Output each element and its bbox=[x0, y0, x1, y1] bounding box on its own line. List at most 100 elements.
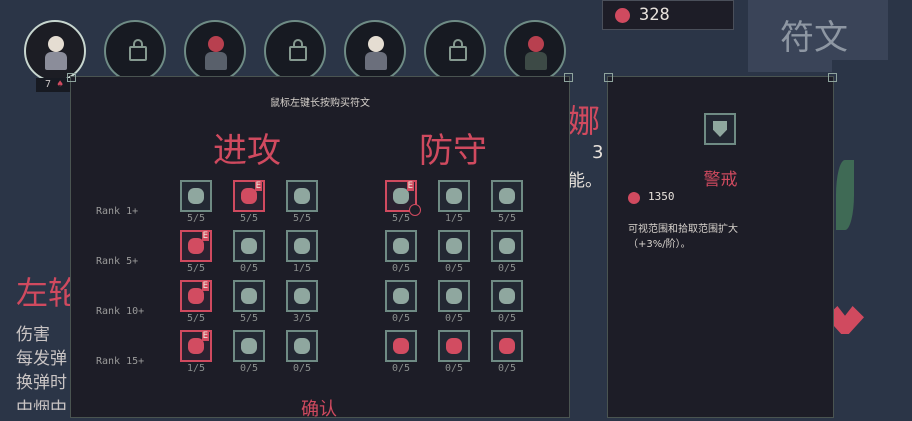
confirm-button[interactable]: 确认 bbox=[301, 395, 337, 421]
selected-rune-slot[interactable] bbox=[385, 180, 421, 216]
character-head-icon bbox=[48, 36, 64, 52]
rune-detail-icon bbox=[704, 113, 736, 145]
character-portrait-1[interactable] bbox=[24, 20, 86, 82]
rune-count: 0/5 bbox=[444, 263, 464, 274]
rune-count: 5/5 bbox=[186, 313, 206, 324]
defense-rune-icon bbox=[499, 188, 515, 204]
character-portrait-7[interactable] bbox=[504, 20, 566, 82]
character-head-icon bbox=[368, 36, 384, 52]
character-portrait-5[interactable] bbox=[344, 20, 406, 82]
defense-rune-slot[interactable] bbox=[385, 230, 417, 262]
bg-stat-2: 每发弹 bbox=[16, 349, 67, 369]
rune-count: 0/5 bbox=[391, 313, 411, 324]
rune-count: 5/5 bbox=[186, 263, 206, 274]
bg-stat-1: 伤害 bbox=[16, 325, 50, 345]
rune-count: 5/5 bbox=[391, 213, 411, 224]
attack-rune-slot[interactable] bbox=[180, 330, 212, 362]
attack-rune-icon bbox=[241, 288, 257, 304]
bg-number-fragment: 3 bbox=[592, 142, 604, 163]
defense-rune-slot[interactable] bbox=[491, 280, 523, 312]
rune-description-line-1: 可视范围和拾取范围扩大 bbox=[628, 224, 738, 235]
rune-cost: 1350 bbox=[648, 190, 675, 203]
rune-count: 0/5 bbox=[239, 363, 259, 374]
defense-rune-icon bbox=[499, 238, 515, 254]
rank-label: Rank 5+ bbox=[96, 256, 139, 267]
attack-rune-slot[interactable] bbox=[286, 280, 318, 312]
rank-label: Rank 1+ bbox=[96, 206, 139, 217]
rune-count: 5/5 bbox=[239, 313, 259, 324]
lock-icon bbox=[129, 39, 147, 61]
defense-title: 防守 bbox=[419, 131, 487, 171]
attack-rune-slot[interactable] bbox=[233, 330, 265, 362]
bg-text-fragment: 能。 bbox=[568, 171, 602, 191]
attack-rune-icon bbox=[188, 188, 204, 204]
soul-icon bbox=[615, 8, 630, 23]
attack-rune-icon bbox=[241, 188, 257, 204]
attack-rune-slot[interactable] bbox=[286, 230, 318, 262]
character-head-icon bbox=[208, 36, 224, 52]
defense-rune-slot[interactable] bbox=[438, 230, 470, 262]
character-portrait-6[interactable] bbox=[424, 20, 486, 82]
attack-rune-slot[interactable] bbox=[286, 180, 318, 212]
rune-count: 0/5 bbox=[391, 263, 411, 274]
character-body-icon bbox=[205, 52, 227, 70]
rune-detail-title: 警戒 bbox=[703, 170, 738, 190]
defense-rune-icon bbox=[393, 288, 409, 304]
rune-description-line-2: （+3%/阶）。 bbox=[628, 239, 691, 250]
defense-rune-slot[interactable] bbox=[438, 330, 470, 362]
attack-rune-icon bbox=[294, 338, 310, 354]
attack-rune-slot[interactable] bbox=[233, 180, 265, 212]
attack-rune-icon bbox=[294, 188, 310, 204]
attack-rune-slot[interactable] bbox=[180, 180, 212, 212]
panel-corner bbox=[604, 73, 613, 82]
defense-rune-slot[interactable] bbox=[385, 330, 417, 362]
soul-icon bbox=[628, 192, 640, 204]
rune-count: 0/5 bbox=[497, 263, 517, 274]
defense-rune-slot[interactable] bbox=[438, 280, 470, 312]
attack-rune-slot[interactable] bbox=[180, 280, 212, 312]
background-right-panel bbox=[832, 60, 912, 410]
rune-count: 5/5 bbox=[497, 213, 517, 224]
bg-hero-fragment: 左轮 bbox=[16, 274, 70, 312]
rune-count: 0/5 bbox=[497, 363, 517, 374]
attack-title: 进攻 bbox=[213, 131, 281, 171]
attack-rune-slot[interactable] bbox=[233, 230, 265, 262]
attack-rune-slot[interactable] bbox=[180, 230, 212, 262]
attack-rune-icon bbox=[241, 338, 257, 354]
defense-rune-icon bbox=[446, 188, 462, 204]
panel-corner bbox=[67, 73, 76, 82]
bg-stat-4: 中烟中 bbox=[16, 399, 67, 410]
rune-count: 1/5 bbox=[444, 213, 464, 224]
character-portrait-4[interactable] bbox=[264, 20, 326, 82]
defense-rune-icon bbox=[446, 338, 462, 354]
character-portrait-3[interactable] bbox=[184, 20, 246, 82]
bg-name-fragment: 娜 bbox=[568, 102, 601, 140]
defense-rune-slot[interactable] bbox=[491, 230, 523, 262]
rune-count: 5/5 bbox=[239, 213, 259, 224]
attack-rune-icon bbox=[188, 288, 204, 304]
attack-rune-icon bbox=[294, 238, 310, 254]
rune-count: 0/5 bbox=[292, 363, 312, 374]
attack-rune-slot[interactable] bbox=[286, 330, 318, 362]
currency-box: 328 bbox=[602, 0, 734, 30]
rank-label: Rank 15+ bbox=[96, 356, 145, 367]
attack-rune-slot[interactable] bbox=[233, 280, 265, 312]
attack-rune-icon bbox=[188, 338, 204, 354]
defense-rune-slot[interactable] bbox=[491, 330, 523, 362]
currency-amount: 328 bbox=[639, 5, 670, 25]
panel-corner bbox=[828, 73, 837, 82]
rune-detail-panel: 警戒 1350 可视范围和拾取范围扩大 （+3%/阶）。 bbox=[604, 73, 837, 418]
tab-runes[interactable]: 符文 bbox=[780, 10, 848, 59]
bg-leaf-icon bbox=[836, 160, 854, 230]
defense-rune-slot[interactable] bbox=[438, 180, 470, 212]
character-head-icon bbox=[528, 36, 544, 52]
defense-rune-slot[interactable] bbox=[385, 280, 417, 312]
rune-count: 3/5 bbox=[292, 313, 312, 324]
defense-rune-slot[interactable] bbox=[491, 180, 523, 212]
character-body-icon bbox=[365, 52, 387, 70]
attack-rune-icon bbox=[241, 238, 257, 254]
defense-rune-icon bbox=[446, 238, 462, 254]
defense-rune-icon bbox=[393, 188, 409, 204]
rune-count: 5/5 bbox=[292, 213, 312, 224]
character-portrait-2[interactable] bbox=[104, 20, 166, 82]
